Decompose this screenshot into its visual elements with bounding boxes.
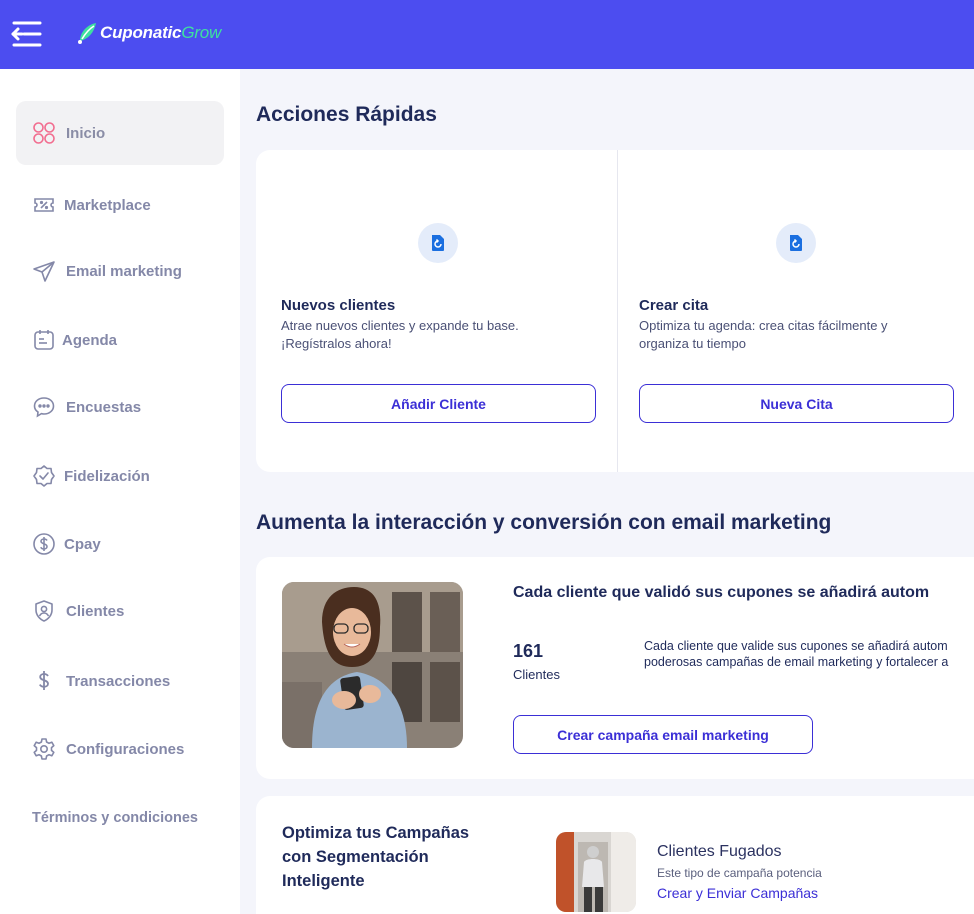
quick-action-title: Crear cita: [639, 297, 709, 314]
desc-line: Cada cliente que valide sus cupones se a…: [644, 639, 948, 653]
email-marketing-title: Aumenta la interacción y conversión con …: [256, 511, 832, 534]
quick-action-desc: Optimiza tu agenda: crea citas fácilment…: [639, 317, 939, 353]
clients-count: 161: [513, 641, 544, 661]
brand-name-suffix: Grow: [181, 23, 222, 42]
gear-icon: [32, 737, 56, 761]
sidebar-item-marketplace[interactable]: Marketplace: [16, 177, 224, 233]
collapse-menu-icon[interactable]: [10, 20, 42, 48]
desc-line: ¡Regístralos ahora!: [281, 336, 392, 351]
send-icon: [32, 259, 56, 283]
chat-bubble-icon: [32, 395, 56, 419]
sidebar-item-encuestas[interactable]: Encuestas: [16, 379, 224, 435]
sidebar-item-transacciones[interactable]: Transacciones: [16, 653, 224, 709]
sidebar-item-configuraciones[interactable]: Configuraciones: [16, 721, 224, 777]
sidebar-item-label: Email marketing: [66, 262, 182, 280]
segmentation-card: Optimiza tus Campañas con Segmentación I…: [256, 796, 974, 914]
title-line: Inteligente: [282, 872, 365, 890]
quick-action-desc: Atrae nuevos clientes y expande tu base.…: [281, 317, 581, 353]
woman-with-phone-image: [282, 582, 463, 748]
sidebar-item-cpay[interactable]: Cpay: [16, 516, 224, 572]
quick-action-create-appointment: Crear cita Optimiza tu agenda: crea cita…: [618, 150, 974, 472]
sidebar-item-label: Agenda: [62, 331, 118, 349]
grid-icon: [32, 121, 56, 145]
create-email-campaign-button[interactable]: Crear campaña email marketing: [513, 715, 813, 754]
desc-line: organiza tu tiempo: [639, 336, 746, 351]
terms-link[interactable]: Términos y condiciones: [32, 810, 198, 826]
email-marketing-card: Cada cliente que validó sus cupones se a…: [256, 557, 974, 779]
sidebar-item-label: Clientes: [66, 602, 125, 620]
add-client-button[interactable]: Añadir Cliente: [281, 384, 596, 423]
sidebar-item-agenda[interactable]: Agenda: [16, 312, 224, 368]
sidebar-item-label: Transacciones: [66, 672, 171, 690]
sidebar-item-label: Marketplace: [64, 196, 151, 214]
sidebar-item-email-marketing[interactable]: Email marketing: [16, 243, 224, 299]
rocket-leaf-icon: [78, 23, 96, 44]
desc-line: Atrae nuevos clientes y expande tu base.: [281, 318, 519, 333]
quick-action-title: Nuevos clientes: [281, 297, 396, 314]
new-appointment-button[interactable]: Nueva Cita: [639, 384, 954, 423]
clients-count-label: Clientes: [513, 667, 560, 682]
dollar-icon: [32, 669, 56, 693]
title-line: con Segmentación: [282, 848, 429, 866]
dollar-circle-icon: [32, 532, 56, 556]
campaign-subtitle: Este tipo de campaña potencia: [657, 866, 822, 880]
sidebar: Inicio Marketplace Email marketing Agend…: [0, 69, 240, 914]
quick-action-new-clients: Nuevos clientes Atrae nuevos clientes y …: [256, 150, 617, 472]
campaign-name: Clientes Fugados: [657, 843, 782, 860]
create-send-campaigns-link[interactable]: Crear y Enviar Campañas: [657, 885, 818, 901]
top-bar: Cuponatic Grow: [0, 0, 974, 69]
brand-logo[interactable]: Cuponatic Grow: [76, 16, 221, 50]
badge-check-icon: [32, 464, 56, 488]
brand-name: Cuponatic: [100, 23, 182, 42]
sidebar-item-fidelizacion[interactable]: Fidelización: [16, 448, 224, 504]
ticket-icon: [32, 193, 56, 217]
email-marketing-heading: Cada cliente que validó sus cupones se a…: [513, 584, 930, 601]
quick-actions-title: Acciones Rápidas: [256, 103, 437, 126]
sidebar-item-label: Encuestas: [66, 398, 142, 416]
sidebar-item-label: Fidelización: [64, 467, 150, 485]
man-walking-image: [556, 832, 636, 912]
sidebar-item-label: Inicio: [66, 124, 106, 142]
sidebar-item-label: Configuraciones: [66, 740, 185, 758]
desc-line: Optimiza tu agenda: crea citas fácilment…: [639, 318, 888, 333]
desc-line: poderosas campañas de email marketing y …: [644, 655, 949, 669]
title-line: Optimiza tus Campañas: [282, 824, 470, 842]
sidebar-item-label: Cpay: [64, 535, 101, 553]
email-marketing-desc: Cada cliente que valide sus cupones se a…: [644, 638, 948, 670]
sidebar-item-inicio[interactable]: Inicio: [16, 101, 224, 165]
segmentation-title: Optimiza tus Campañas con Segmentación I…: [282, 821, 469, 893]
sync-document-icon: [776, 223, 816, 263]
quick-actions-card: Nuevos clientes Atrae nuevos clientes y …: [256, 150, 974, 472]
calendar-icon: [32, 328, 56, 352]
sync-document-icon: [418, 223, 458, 263]
sidebar-item-clientes[interactable]: Clientes: [16, 583, 224, 639]
user-shield-icon: [32, 599, 56, 623]
